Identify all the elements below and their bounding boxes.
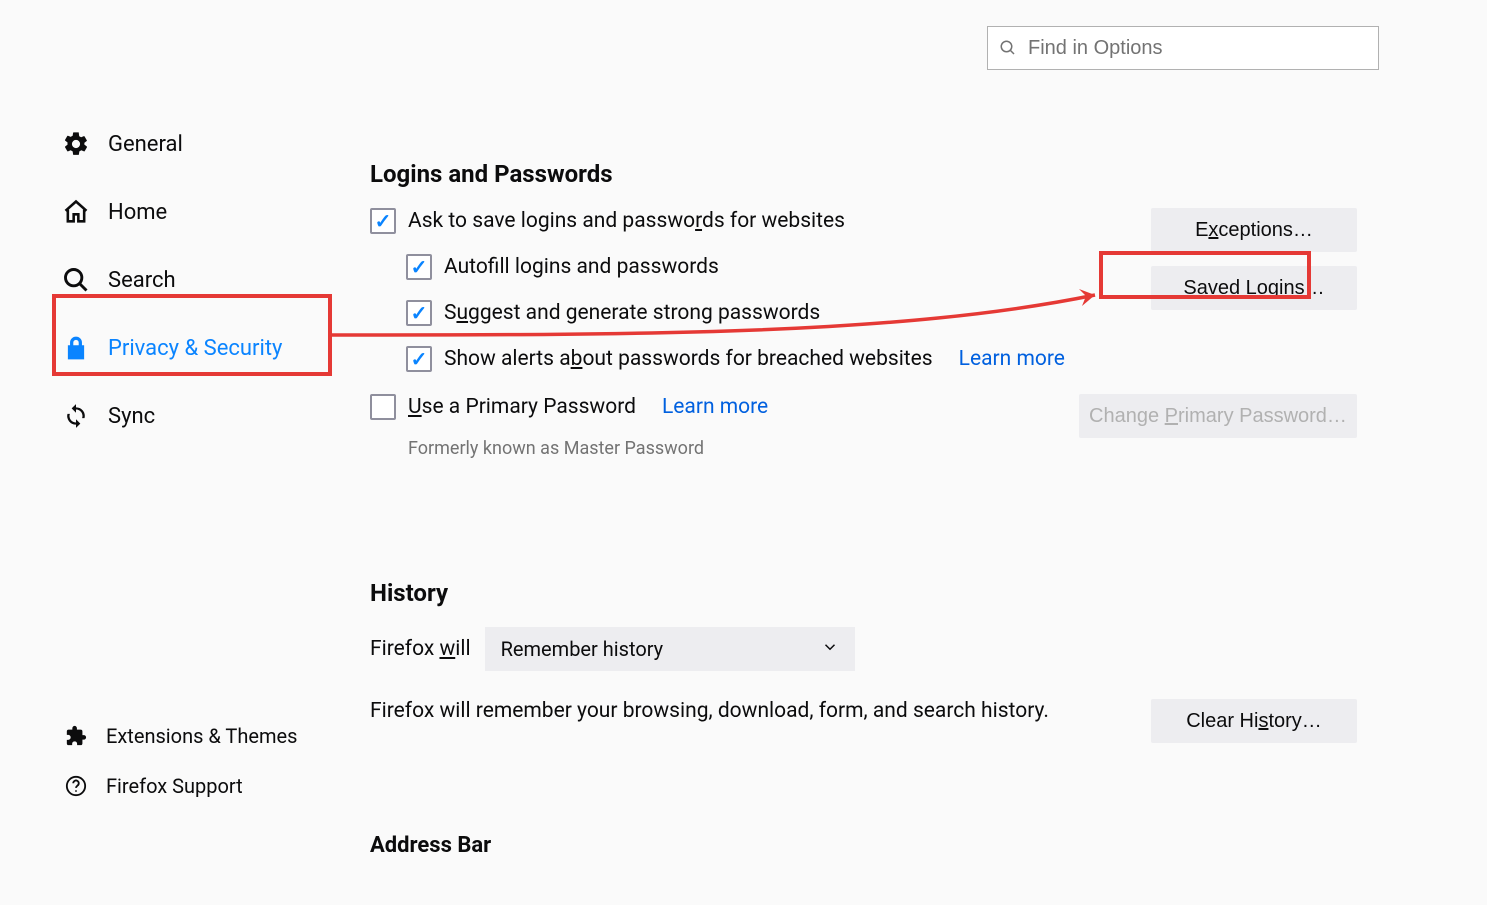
checkbox-alerts[interactable]	[406, 346, 432, 372]
sidebar-item-label: Search	[108, 268, 176, 293]
history-firefox-will-label: Firefox will	[370, 637, 471, 661]
chevron-down-icon	[821, 637, 839, 661]
history-title: History	[370, 579, 1357, 607]
sync-icon	[62, 402, 90, 430]
checkbox-label: Suggest and generate strong passwords	[444, 301, 820, 325]
checkbox-primary-password[interactable]	[370, 394, 396, 420]
checkbox-ask-save[interactable]	[370, 208, 396, 234]
sidebar-item-label: General	[108, 132, 183, 157]
sidebar: General Home Search Privacy & Security S…	[0, 20, 370, 905]
logins-passwords-title: Logins and Passwords	[370, 160, 1357, 188]
checkbox-row-ask-save: Ask to save logins and passwords for web…	[370, 208, 1065, 234]
checkbox-label: Ask to save logins and passwords for web…	[408, 209, 845, 233]
checkbox-label: Autofill logins and passwords	[444, 255, 719, 279]
checkbox-label: Show alerts about passwords for breached…	[444, 347, 933, 371]
exceptions-button[interactable]: Exceptions…	[1151, 208, 1357, 252]
sidebar-item-label: Privacy & Security	[108, 336, 282, 361]
checkbox-row-primary-password: Use a Primary Password Learn more	[370, 394, 768, 420]
search-icon	[62, 266, 90, 294]
checkbox-label: Use a Primary Password	[408, 395, 636, 419]
checkbox-autofill[interactable]	[406, 254, 432, 280]
sidebar-item-extensions-themes[interactable]: Extensions & Themes	[62, 711, 370, 761]
learn-more-link[interactable]: Learn more	[662, 395, 768, 419]
learn-more-link[interactable]: Learn more	[959, 347, 1065, 371]
lock-icon	[62, 334, 90, 362]
checkbox-row-autofill: Autofill logins and passwords	[406, 254, 1065, 280]
main-content: Logins and Passwords Ask to save logins …	[370, 20, 1487, 905]
gear-icon	[62, 130, 90, 158]
sidebar-item-label: Extensions & Themes	[106, 724, 297, 748]
address-bar-title: Address Bar	[370, 833, 1357, 858]
primary-password-hint: Formerly known as Master Password	[408, 438, 768, 459]
checkbox-suggest[interactable]	[406, 300, 432, 326]
checkbox-row-suggest: Suggest and generate strong passwords	[406, 300, 1065, 326]
dropdown-value: Remember history	[501, 637, 664, 661]
clear-history-button[interactable]: Clear History…	[1151, 699, 1357, 743]
sidebar-item-label: Sync	[108, 404, 155, 429]
puzzle-icon	[62, 722, 90, 750]
history-description: Firefox will remember your browsing, dow…	[370, 699, 1049, 723]
sidebar-item-search[interactable]: Search	[62, 246, 370, 314]
search-field-wrap	[987, 26, 1379, 70]
checkbox-row-alerts: Show alerts about passwords for breached…	[406, 346, 1065, 372]
help-icon	[62, 772, 90, 800]
change-primary-password-button[interactable]: Change Primary Password…	[1079, 394, 1357, 438]
sidebar-item-sync[interactable]: Sync	[62, 382, 370, 450]
sidebar-item-privacy-security[interactable]: Privacy & Security	[62, 314, 370, 382]
saved-logins-button[interactable]: Saved Logins…	[1151, 266, 1357, 310]
history-mode-dropdown[interactable]: Remember history	[485, 627, 855, 671]
sidebar-item-label: Home	[108, 200, 167, 225]
find-in-options-input[interactable]	[987, 26, 1379, 70]
sidebar-item-label: Firefox Support	[106, 774, 243, 798]
search-icon	[999, 39, 1017, 57]
sidebar-item-home[interactable]: Home	[62, 178, 370, 246]
sidebar-item-general[interactable]: General	[62, 110, 370, 178]
home-icon	[62, 198, 90, 226]
sidebar-item-firefox-support[interactable]: Firefox Support	[62, 761, 370, 811]
